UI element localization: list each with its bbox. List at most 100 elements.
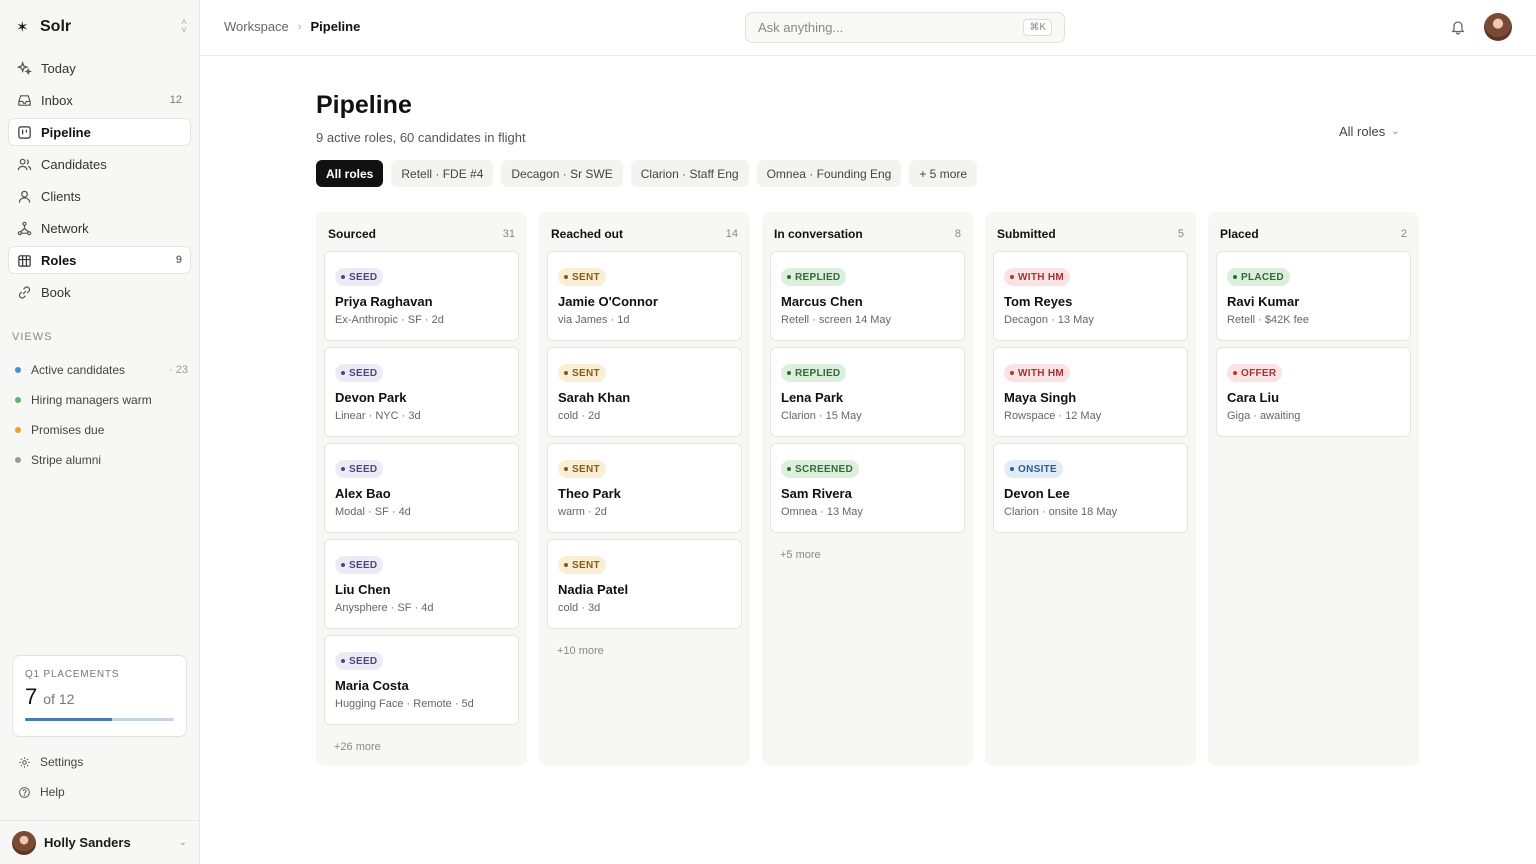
status-label: ONSITE xyxy=(1018,463,1058,475)
candidate-card[interactable]: ONSITE Devon Lee Clarion · onsite 18 May xyxy=(993,443,1188,533)
app-name: Solr xyxy=(40,18,72,35)
show-more-link[interactable]: +26 more xyxy=(324,725,519,753)
column-title: Placed xyxy=(1220,227,1259,241)
candidate-meta: Modal · SF · 4d xyxy=(335,506,411,518)
sidebar: ✶ Solr ˄ ˅ Today Inbox 12 Pipeline Candid… xyxy=(0,0,200,864)
nav-item-clients[interactable]: Clients xyxy=(8,182,191,210)
status-label: WITH HM xyxy=(1018,367,1064,379)
nav-label: Pipeline xyxy=(41,124,91,140)
chip-role[interactable]: Omnea · Founding Eng xyxy=(756,160,902,187)
candidate-name: Devon Lee xyxy=(1004,486,1070,501)
column-count: 14 xyxy=(725,228,738,240)
view-hiring-managers-warm[interactable]: Hiring managers warm xyxy=(12,385,188,415)
view-stripe-alumni[interactable]: Stripe alumni xyxy=(12,445,188,475)
placements-card: Q1 PLACEMENTS 7 of 12 xyxy=(12,655,187,737)
candidate-card[interactable]: REPLIED Marcus Chen Retell · screen 14 May xyxy=(770,251,965,341)
status-badge: REPLIED xyxy=(781,364,847,382)
chip-role[interactable]: Clarion · Staff Eng xyxy=(630,160,749,187)
chevron-updown-icon: ˄ ˅ xyxy=(181,17,187,36)
status-label: SEED xyxy=(349,367,378,379)
settings-link[interactable]: Settings xyxy=(18,752,83,772)
status-dot xyxy=(1010,467,1014,471)
chip-more[interactable]: + 5 more xyxy=(909,160,978,187)
status-badge: WITH HM xyxy=(1004,268,1070,286)
candidate-name: Maya Singh xyxy=(1004,390,1077,405)
nav-item-book[interactable]: Book xyxy=(8,278,191,306)
role-filter-chips: All roles Retell · FDE #4 Decagon · Sr S… xyxy=(316,160,978,187)
status-badge: SENT xyxy=(558,460,606,478)
nav-item-today[interactable]: Today xyxy=(8,54,191,82)
sparkle-icon xyxy=(17,60,32,75)
status-dot xyxy=(787,371,791,375)
candidate-card[interactable]: SEED Priya Raghavan Ex-Anthropic · SF · 2d xyxy=(324,251,519,341)
chip-role[interactable]: Decagon · Sr SWE xyxy=(501,160,623,187)
status-badge: SEED xyxy=(335,652,384,670)
candidate-meta: Retell · screen 14 May xyxy=(781,314,892,326)
status-badge: PLACED xyxy=(1227,268,1290,286)
view-count: · 23 xyxy=(169,364,188,376)
placements-progress-bar xyxy=(25,718,174,721)
candidate-meta: Retell · $42K fee xyxy=(1227,314,1309,326)
view-active-candidates[interactable]: Active candidates · 23 xyxy=(12,355,188,385)
candidate-card[interactable]: SENT Jamie O'Connor via James · 1d xyxy=(547,251,742,341)
candidate-card[interactable]: SENT Theo Park warm · 2d xyxy=(547,443,742,533)
view-promises-due[interactable]: Promises due xyxy=(12,415,188,445)
candidate-card[interactable]: PLACED Ravi Kumar Retell · $42K fee xyxy=(1216,251,1411,341)
status-badge: SCREENED xyxy=(781,460,859,478)
nav-label: Candidates xyxy=(41,156,107,172)
kanban-icon xyxy=(18,125,31,139)
nav-item-candidates[interactable]: Candidates xyxy=(8,150,191,178)
gear-icon xyxy=(19,756,30,768)
help-icon xyxy=(19,786,30,798)
nav-item-inbox[interactable]: Inbox 12 xyxy=(8,86,191,114)
breadcrumb: Workspace › Pipeline xyxy=(224,19,360,34)
status-dot xyxy=(787,275,791,279)
candidate-card[interactable]: OFFER Cara Liu Giga · awaiting xyxy=(1216,347,1411,437)
views-heading: VIEWS xyxy=(12,331,53,343)
bell-icon[interactable] xyxy=(1450,19,1466,35)
status-dot xyxy=(564,371,568,375)
view-label: Stripe alumni xyxy=(31,453,102,467)
candidate-card[interactable]: SENT Nadia Patel cold · 3d xyxy=(547,539,742,629)
candidate-meta: Ex-Anthropic · SF · 2d xyxy=(335,314,444,326)
pipeline-column: In conversation 8 REPLIED Marcus Chen Retell… xyxy=(762,212,973,766)
candidate-meta: Giga · awaiting xyxy=(1227,410,1301,422)
view-color-dot xyxy=(15,397,21,403)
status-dot xyxy=(1233,371,1237,375)
briefcase-icon xyxy=(18,254,31,267)
pipeline-column: Submitted 5 WITH HM Tom Reyes Decagon · 13 M… xyxy=(985,212,1196,766)
chip-all-roles[interactable]: All roles xyxy=(316,160,384,187)
candidate-card[interactable]: WITH HM Tom Reyes Decagon · 13 May xyxy=(993,251,1188,341)
avatar[interactable] xyxy=(1484,13,1512,41)
candidate-card[interactable]: SENT Sarah Khan cold · 2d xyxy=(547,347,742,437)
settings-label: Settings xyxy=(40,755,84,769)
breadcrumb-workspace[interactable]: Workspace xyxy=(224,19,289,34)
candidate-name: Tom Reyes xyxy=(1004,294,1073,309)
nav-item-roles[interactable]: Roles 9 xyxy=(8,246,191,274)
view-label: Active candidates xyxy=(31,363,126,377)
candidate-card[interactable]: SEED Maria Costa Hugging Face · Remote · 5… xyxy=(324,635,519,725)
chip-role[interactable]: Retell · FDE #4 xyxy=(391,160,494,187)
roles-filter-dropdown[interactable]: All roles ⌄ xyxy=(1339,124,1400,139)
show-more-link[interactable]: +5 more xyxy=(770,533,965,561)
candidate-card[interactable]: SCREENED Sam Rivera Omnea · 13 May xyxy=(770,443,965,533)
status-badge: ONSITE xyxy=(1004,460,1064,478)
candidate-card[interactable]: SEED Liu Chen Anysphere · SF · 4d xyxy=(324,539,519,629)
candidate-card[interactable]: WITH HM Maya Singh Rowspace · 12 May xyxy=(993,347,1188,437)
candidate-card[interactable]: SEED Alex Bao Modal · SF · 4d xyxy=(324,443,519,533)
nav-item-network[interactable]: Network xyxy=(8,214,191,242)
nav-item-pipeline[interactable]: Pipeline xyxy=(8,118,191,146)
column-header: In conversation 8 xyxy=(770,220,965,248)
status-badge: SENT xyxy=(558,556,606,574)
candidate-name: Cara Liu xyxy=(1227,390,1280,405)
workspace-switcher[interactable]: ✶ Solr ˄ ˅ xyxy=(16,16,187,38)
show-more-link[interactable]: +10 more xyxy=(547,629,742,657)
placements-value: 7 xyxy=(25,684,38,709)
search-input[interactable]: Ask anything... ⌘K xyxy=(745,12,1065,43)
help-link[interactable]: Help xyxy=(18,782,65,802)
status-label: WITH HM xyxy=(1018,271,1064,283)
candidate-name: Sam Rivera xyxy=(781,486,852,501)
candidate-card[interactable]: REPLIED Lena Park Clarion · 15 May xyxy=(770,347,965,437)
candidate-card[interactable]: SEED Devon Park Linear · NYC · 3d xyxy=(324,347,519,437)
user-menu[interactable]: Holly Sanders ⌄ xyxy=(0,820,199,864)
